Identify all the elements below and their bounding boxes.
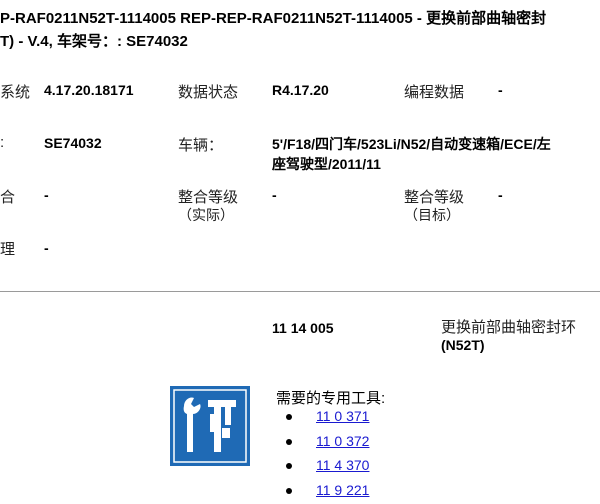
tool-link[interactable]: 11 0 372	[316, 433, 369, 449]
label-integration: 合	[0, 189, 16, 206]
value-data-status: R4.17.20	[272, 82, 329, 98]
special-tools-icon	[170, 386, 250, 466]
value-programming-data: -	[498, 82, 503, 98]
bullet-icon	[286, 487, 292, 494]
label-integration-level-target-sub: （目标）	[404, 207, 460, 223]
special-tools-list: 11 0 371 11 0 372 11 4 370 11 9 221	[286, 404, 369, 502]
label-processing: 理	[0, 241, 16, 258]
tool-link[interactable]: 11 0 371	[316, 408, 369, 424]
tool-link[interactable]: 11 4 370	[316, 457, 369, 473]
list-item: 11 4 370	[286, 453, 369, 478]
label-integration-level-actual-sub: （实际）	[178, 207, 234, 223]
label-integration-level-target: 整合等级	[404, 189, 465, 206]
label-vehicle: 车辆：	[178, 137, 224, 154]
tool-link[interactable]: 11 9 221	[316, 482, 369, 498]
label-system: 系统	[0, 84, 31, 101]
value-vehicle-line2: 座驾驶型/2011/11	[272, 156, 381, 172]
value-vin: SE74032	[44, 135, 102, 151]
bullet-icon	[286, 438, 292, 445]
value-integration: -	[44, 187, 49, 203]
repair-title-line1: 更换前部曲轴密封环	[441, 319, 577, 336]
document-title-line2: T) - V.4, 车架号：: SE74032	[0, 33, 188, 50]
bullet-icon	[286, 463, 292, 469]
document-title-line1: P-RAF0211N52T-1114005 REP-REP-RAF0211N52…	[0, 10, 547, 27]
repair-code: 11 14 005	[272, 320, 334, 336]
label-data-status: 数据状态	[178, 84, 239, 101]
value-processing: -	[44, 240, 49, 256]
label-integration-level-actual: 整合等级	[178, 189, 239, 206]
repair-title-line2: (N52T)	[441, 337, 485, 353]
list-item: 11 0 371	[286, 404, 369, 429]
value-vehicle-line1: 5'/F18/四门车/523Li/N52/自动变速箱/ECE/左	[272, 136, 551, 152]
label-programming-data: 编程数据	[404, 84, 465, 101]
list-item: 11 0 372	[286, 429, 369, 454]
value-system-version: 4.17.20.18171	[44, 82, 134, 98]
label-vin: :	[0, 134, 5, 151]
section-divider	[0, 291, 600, 292]
value-integration-level-target: -	[498, 187, 503, 203]
list-item: 11 9 221	[286, 478, 369, 503]
value-integration-level-actual: -	[272, 187, 277, 203]
bullet-icon	[286, 414, 292, 420]
